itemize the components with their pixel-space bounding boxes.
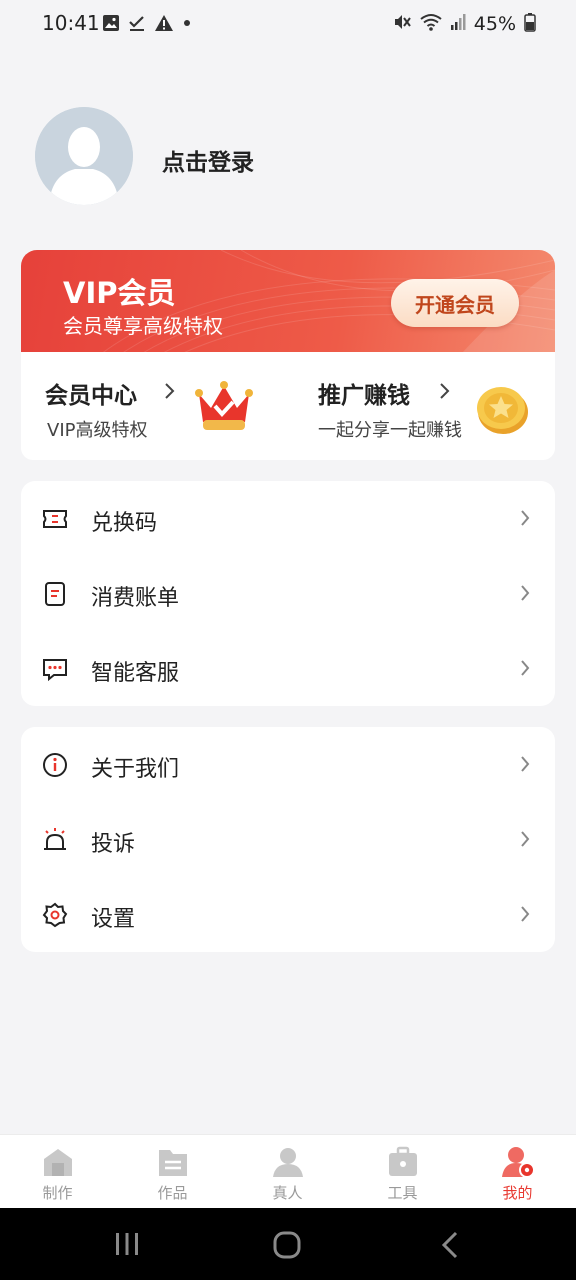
menu-item-customer-service[interactable]: 智能客服 xyxy=(21,631,555,706)
battery-percent: 45% xyxy=(473,13,516,35)
chevron-right-icon xyxy=(163,382,177,404)
menu-label: 投诉 xyxy=(91,832,136,857)
chevron-right-icon xyxy=(519,584,531,606)
tab-label: 真人 xyxy=(272,1184,303,1202)
menu-item-about-us[interactable]: 关于我们 xyxy=(21,727,555,802)
gear-icon xyxy=(41,901,69,929)
back-icon[interactable] xyxy=(438,1230,462,1264)
member-center-subtitle: VIP高级特权 xyxy=(47,420,148,441)
menu-item-complaint[interactable]: 投诉 xyxy=(21,802,555,877)
menu-label: 兑换码 xyxy=(91,511,158,536)
user-icon xyxy=(501,1145,535,1179)
dot-icon xyxy=(182,14,192,36)
ticket-icon xyxy=(41,505,69,533)
person-icon xyxy=(271,1145,305,1179)
member-center-title: 会员中心 xyxy=(45,383,137,409)
folder-icon xyxy=(156,1145,190,1179)
info-icon xyxy=(41,751,69,779)
menu-label: 智能客服 xyxy=(91,661,180,686)
warning-icon xyxy=(154,14,174,36)
tab-label: 我的 xyxy=(502,1184,533,1202)
menu-item-bill[interactable]: 消费账单 xyxy=(21,556,555,631)
login-link[interactable]: 点击登录 xyxy=(162,143,254,177)
chevron-right-icon xyxy=(438,382,452,404)
tab-works[interactable]: 作品 xyxy=(115,1135,230,1209)
menu-item-settings[interactable]: 设置 xyxy=(21,877,555,952)
chevron-right-icon xyxy=(519,659,531,681)
mute-icon xyxy=(392,12,412,36)
vip-title: VIP会员 xyxy=(63,276,176,310)
menu-label: 设置 xyxy=(91,907,136,932)
menu-group-account: 兑换码 消费账单 智能客服 xyxy=(21,481,555,706)
coin-icon xyxy=(474,382,532,440)
check-icon xyxy=(128,14,146,36)
alarm-icon xyxy=(41,826,69,854)
signal-icon xyxy=(450,13,466,35)
crown-icon xyxy=(193,378,255,440)
recent-apps-icon[interactable] xyxy=(113,1230,141,1262)
chevron-right-icon xyxy=(519,509,531,531)
battery-icon xyxy=(524,12,536,36)
member-center-entry[interactable]: 会员中心 VIP高级特权 xyxy=(21,352,288,460)
bill-icon xyxy=(41,580,69,608)
tab-real-person[interactable]: 真人 xyxy=(230,1135,345,1209)
system-nav-bar xyxy=(0,1208,576,1280)
chevron-right-icon xyxy=(519,755,531,777)
chevron-right-icon xyxy=(519,905,531,927)
toolbox-icon xyxy=(386,1145,420,1179)
tab-mine[interactable]: 我的 xyxy=(460,1135,575,1209)
avatar[interactable] xyxy=(35,107,133,205)
menu-group-app: 关于我们 投诉 设置 xyxy=(21,727,555,952)
bottom-tab-bar: 制作 作品 真人 工具 我的 xyxy=(0,1134,576,1208)
chat-icon xyxy=(41,655,69,683)
menu-label: 消费账单 xyxy=(91,586,180,611)
vip-subtitle: 会员尊享高级特权 xyxy=(63,314,223,338)
tab-tools[interactable]: 工具 xyxy=(345,1135,460,1209)
promo-title: 推广赚钱 xyxy=(318,383,410,409)
menu-item-redeem-code[interactable]: 兑换码 xyxy=(21,481,555,556)
open-vip-button[interactable]: 开通会员 xyxy=(391,279,519,327)
gallery-icon xyxy=(102,14,120,36)
status-bar: 10:41 45% xyxy=(0,0,576,48)
tab-label: 工具 xyxy=(387,1184,418,1202)
home-icon xyxy=(41,1145,75,1179)
menu-label: 关于我们 xyxy=(91,757,180,782)
wifi-icon xyxy=(420,12,442,36)
tab-label: 作品 xyxy=(157,1184,188,1202)
home-button-icon[interactable] xyxy=(272,1230,302,1264)
status-time: 10:41 xyxy=(42,11,100,35)
member-card: 会员中心 VIP高级特权 推广赚钱 一起分享一起赚钱 xyxy=(21,352,555,460)
promo-earn-entry[interactable]: 推广赚钱 一起分享一起赚钱 xyxy=(288,352,555,460)
promo-subtitle: 一起分享一起赚钱 xyxy=(318,420,462,441)
vip-banner[interactable]: VIP会员 会员尊享高级特权 开通会员 xyxy=(21,250,555,354)
tab-create[interactable]: 制作 xyxy=(0,1135,115,1209)
chevron-right-icon xyxy=(519,830,531,852)
profile-page: 10:41 45% 点击登录 VIP会员 会员尊享高级特权 开通会员 会员中心 … xyxy=(0,0,576,1280)
tab-label: 制作 xyxy=(42,1184,73,1202)
